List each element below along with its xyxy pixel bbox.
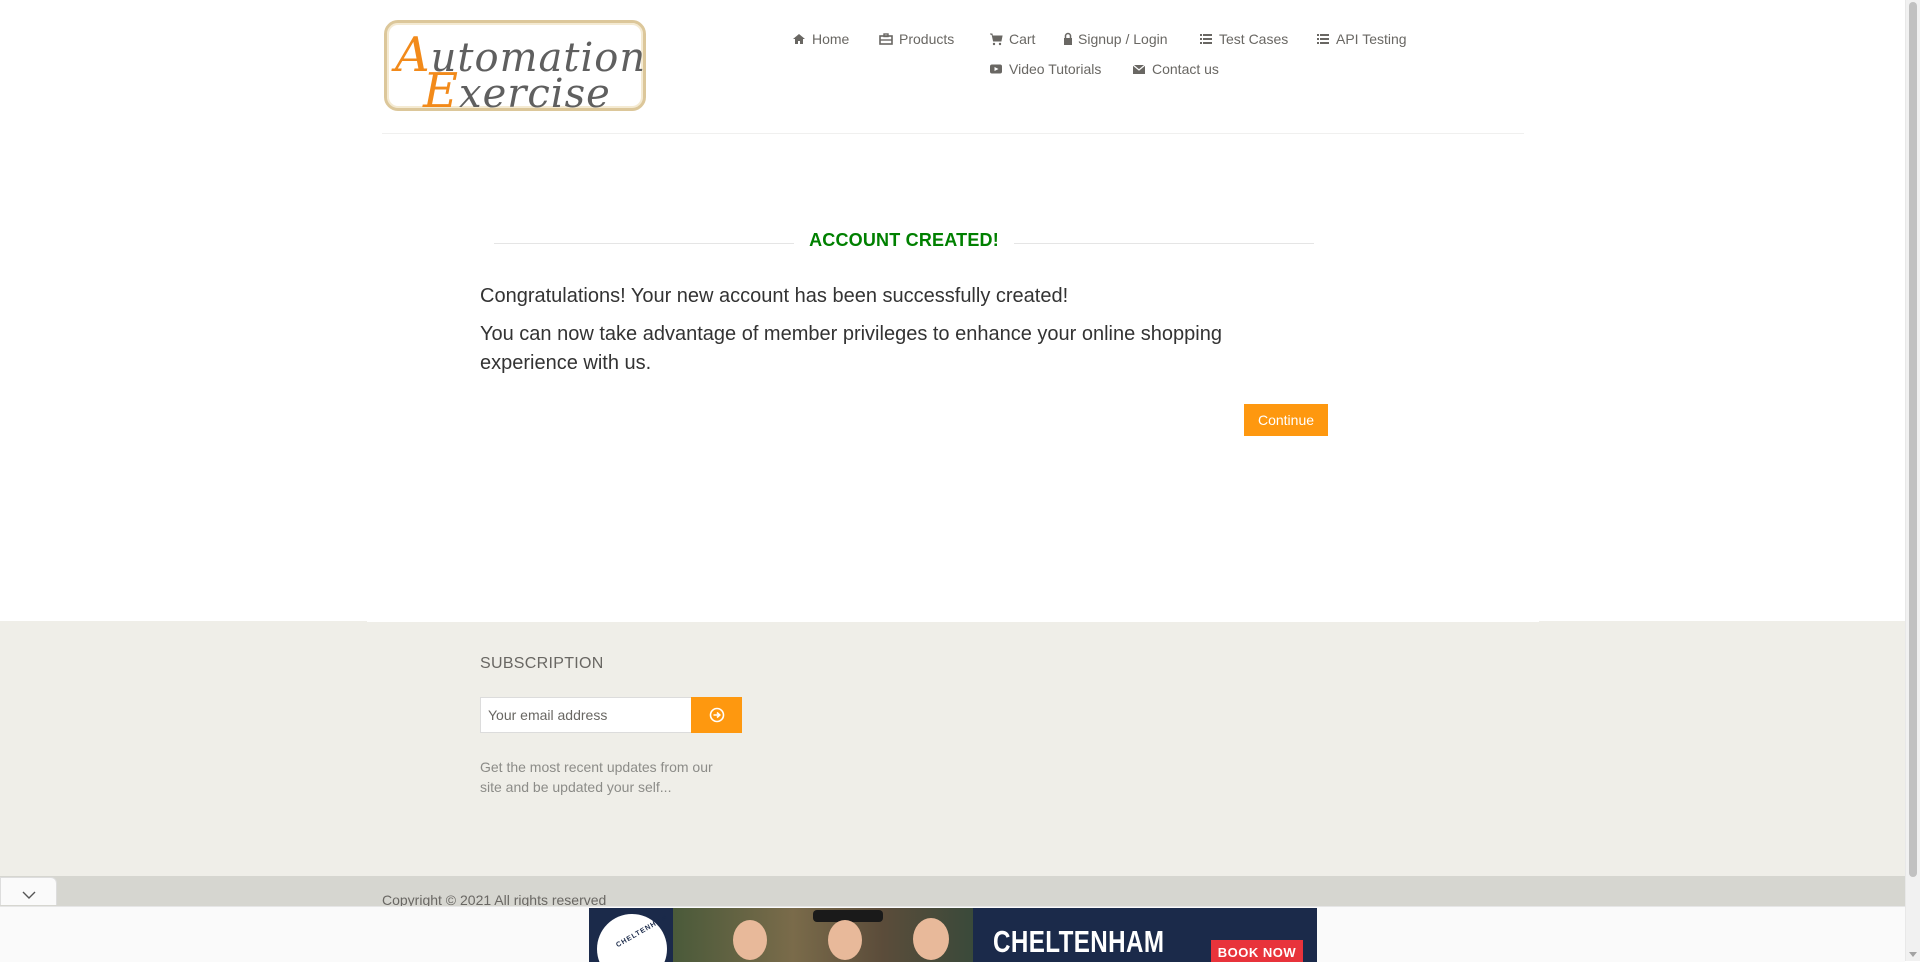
ad-collapse-button[interactable]	[0, 877, 57, 905]
nav-api-testing[interactable]: API Testing	[1316, 31, 1407, 47]
congratulations-message: Congratulations! Your new account has be…	[480, 285, 1069, 307]
ad-photo	[673, 908, 973, 962]
nav-contact-us[interactable]: Contact us	[1132, 61, 1219, 77]
footer-widget: SUBSCRIPTION Get the most recent updates…	[0, 621, 1905, 876]
envelope-icon	[1132, 62, 1146, 76]
main-nav: Home Products Cart Signup / Login Test C…	[382, 0, 1524, 100]
nav-signup-login[interactable]: Signup / Login	[1063, 31, 1168, 47]
cart-icon	[989, 32, 1003, 46]
nav-products[interactable]: Products	[879, 31, 954, 47]
subscription-email-input[interactable]	[480, 697, 692, 733]
subscription-description: Get the most recent updates from our sit…	[480, 759, 713, 795]
scrollbar[interactable]	[1905, 0, 1920, 961]
account-created-heading: ACCOUNT CREATED!	[494, 230, 1314, 254]
book-now-button[interactable]: BOOK NOW	[1211, 940, 1303, 962]
continue-button[interactable]: Continue	[1244, 404, 1328, 436]
list-icon	[1199, 32, 1213, 46]
title-divider	[1014, 243, 1314, 244]
nav-cart[interactable]: Cart	[989, 31, 1035, 47]
nav-home[interactable]: Home	[792, 31, 849, 47]
cheltenham-ad-banner[interactable]: CHELTENHAM CHELTENHAM FESTIVAL BOOK NOW	[589, 908, 1317, 962]
lock-icon	[1063, 32, 1073, 46]
cheltenham-logo: CHELTENHAM	[597, 914, 669, 962]
ad-container: CHELTENHAM CHELTENHAM FESTIVAL BOOK NOW	[0, 906, 1905, 962]
arrow-circle-right-icon	[709, 707, 725, 723]
privileges-message: You can now take advantage of member pri…	[480, 323, 1222, 374]
title-divider	[494, 243, 794, 244]
scroll-down-arrow-icon[interactable]	[1909, 952, 1917, 957]
subscribe-button[interactable]	[691, 697, 742, 733]
home-icon	[792, 32, 806, 46]
site-header: Automation Exercise Home Products Cart S…	[382, 0, 1524, 134]
subscription-title: SUBSCRIPTION	[480, 655, 604, 672]
youtube-icon	[989, 62, 1003, 76]
products-icon	[879, 32, 893, 46]
list-icon	[1316, 32, 1330, 46]
ad-title: CHELTENHAM FESTIVAL	[993, 924, 1165, 962]
nav-test-cases[interactable]: Test Cases	[1199, 31, 1288, 47]
chevron-down-icon	[22, 887, 36, 899]
nav-video-tutorials[interactable]: Video Tutorials	[989, 61, 1101, 77]
copyright-bar: Copyright © 2021 All rights reserved	[0, 876, 1905, 908]
page-title: ACCOUNT CREATED!	[809, 230, 999, 250]
scrollbar-thumb[interactable]	[1909, 2, 1917, 877]
